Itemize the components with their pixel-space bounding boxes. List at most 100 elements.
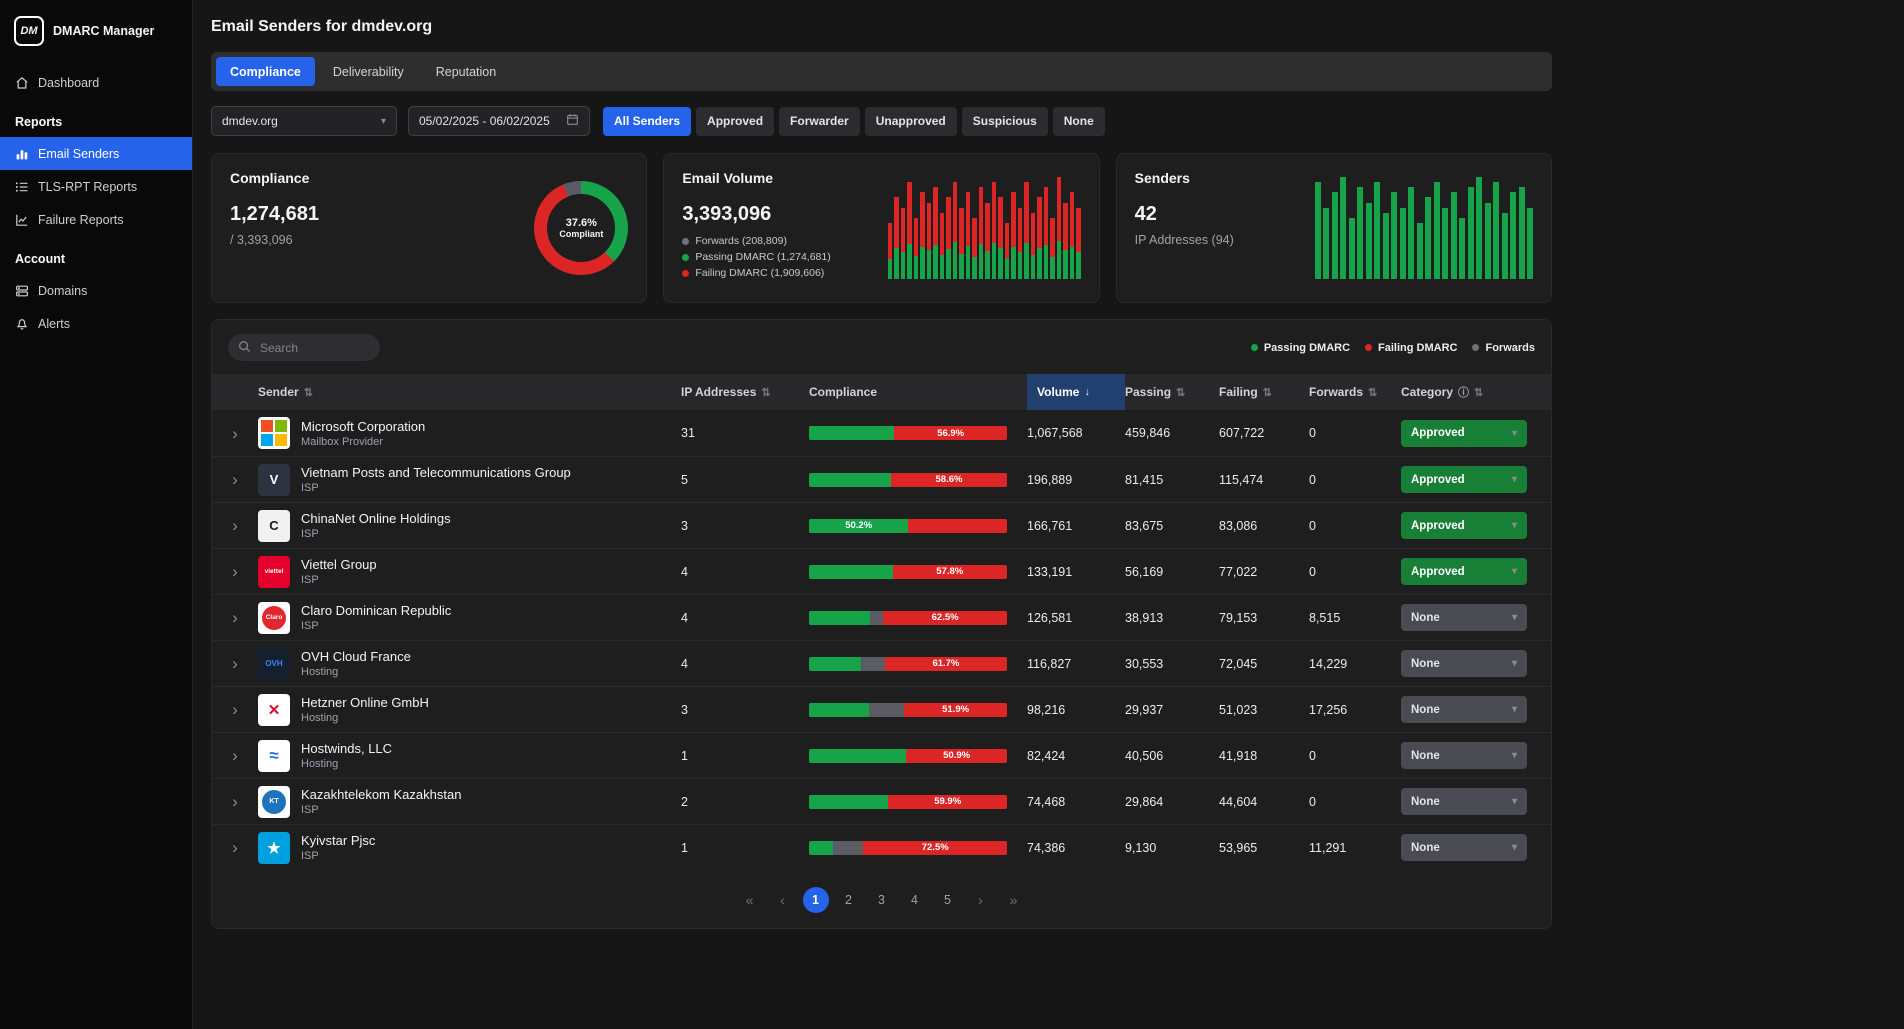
expand-row-button[interactable]: ›	[226, 470, 244, 489]
date-range-picker[interactable]: 05/02/2025 - 06/02/2025	[408, 106, 590, 136]
column-header-category[interactable]: Categoryⓘ⇅	[1401, 374, 1551, 410]
filter-forwarder[interactable]: Forwarder	[779, 107, 860, 136]
passing-segment	[809, 841, 833, 855]
column-header-ip-addresses[interactable]: IP Addresses⇅	[681, 374, 809, 410]
pagination-next[interactable]: ›	[968, 887, 994, 913]
chevron-down-icon: ▾	[1512, 704, 1517, 715]
sender-cell: CChinaNet Online HoldingsISP	[258, 510, 681, 542]
microsoft-logo-icon	[261, 420, 287, 446]
compliance-cell: 50.2%	[809, 519, 1027, 533]
domain-select[interactable]: dmdev.org ▾	[211, 106, 397, 136]
expand-row-button[interactable]: ›	[226, 746, 244, 765]
category-select[interactable]: Approved▾	[1401, 512, 1527, 539]
volume-bar	[998, 177, 1003, 279]
sidebar-item-dashboard[interactable]: Dashboard	[0, 66, 192, 99]
table-legend-item: Forwards	[1472, 342, 1535, 354]
expand-row-button[interactable]: ›	[226, 654, 244, 673]
category-select[interactable]: Approved▾	[1401, 558, 1527, 585]
volume-bar	[1005, 177, 1010, 279]
search-input[interactable]	[258, 340, 370, 356]
column-header-forwards[interactable]: Forwards⇅	[1309, 374, 1401, 410]
sender-logo: KT	[258, 786, 290, 818]
failing-segment: 61.7%	[885, 657, 1007, 671]
sender-cell: viettelViettel GroupISP	[258, 556, 681, 588]
sender-type: Hosting	[301, 666, 411, 678]
table-header-row: Sender⇅IP Addresses⇅ComplianceVolume↓Pas…	[212, 374, 1551, 410]
sender-logo	[258, 417, 290, 449]
sidebar-item-email-senders[interactable]: Email Senders	[0, 137, 192, 170]
sidebar-item-label: Domains	[38, 284, 87, 298]
pagination-first[interactable]: «	[737, 887, 763, 913]
legend-label: Passing DMARC (1,274,681)	[695, 251, 830, 263]
expand-row-button[interactable]: ›	[226, 838, 244, 857]
tab-deliverability[interactable]: Deliverability	[319, 57, 418, 86]
volume-cell: 82,424	[1027, 749, 1125, 763]
sender-cell: Microsoft CorporationMailbox Provider	[258, 417, 681, 449]
pagination-page-3[interactable]: 3	[869, 887, 895, 913]
senders-bar	[1485, 203, 1491, 280]
pagination-page-1[interactable]: 1	[803, 887, 829, 913]
stat-cards: Compliance 1,274,681 / 3,393,096 37.6% C…	[211, 153, 1552, 303]
app-window: DM DMARC Manager DashboardReportsEmail S…	[0, 0, 1904, 1029]
filter-suspicious[interactable]: Suspicious	[962, 107, 1048, 136]
category-select[interactable]: None▾	[1401, 696, 1527, 723]
pagination-page-4[interactable]: 4	[902, 887, 928, 913]
column-header-failing[interactable]: Failing⇅	[1219, 374, 1309, 410]
column-header-passing[interactable]: Passing⇅	[1125, 374, 1219, 410]
compliance-percent-label: 50.9%	[943, 750, 970, 761]
failing-cell: 77,022	[1219, 565, 1309, 579]
category-select[interactable]: None▾	[1401, 834, 1527, 861]
expand-row-button[interactable]: ›	[226, 700, 244, 719]
tab-compliance[interactable]: Compliance	[216, 57, 315, 86]
category-label: Approved	[1411, 427, 1465, 439]
senders-bar	[1374, 182, 1380, 279]
pagination-page-2[interactable]: 2	[836, 887, 862, 913]
sidebar-item-alerts[interactable]: Alerts	[0, 307, 192, 340]
pagination-last[interactable]: »	[1001, 887, 1027, 913]
expander-cell: ›	[212, 516, 258, 535]
expand-row-button[interactable]: ›	[226, 424, 244, 443]
volume-bar	[901, 177, 906, 279]
category-select[interactable]: Approved▾	[1401, 420, 1527, 447]
legend-dot	[1472, 344, 1479, 351]
donut-sublabel: Compliant	[559, 229, 603, 239]
expand-row-button[interactable]: ›	[226, 562, 244, 581]
category-cell: None▾	[1401, 650, 1551, 677]
category-select[interactable]: None▾	[1401, 742, 1527, 769]
filter-approved[interactable]: Approved	[696, 107, 774, 136]
compliance-cell: 56.9%	[809, 426, 1027, 440]
pagination-prev[interactable]: ‹	[770, 887, 796, 913]
expand-row-button[interactable]: ›	[226, 792, 244, 811]
sidebar-item-domains[interactable]: Domains	[0, 274, 192, 307]
category-select[interactable]: None▾	[1401, 604, 1527, 631]
filter-all-senders[interactable]: All Senders	[603, 107, 691, 136]
sidebar-item-failure-reports[interactable]: Failure Reports	[0, 203, 192, 236]
category-select[interactable]: None▾	[1401, 788, 1527, 815]
filter-none[interactable]: None	[1053, 107, 1105, 136]
senders-bar	[1493, 182, 1499, 279]
volume-bar	[985, 177, 990, 279]
sidebar-item-label: Failure Reports	[38, 213, 123, 227]
category-select[interactable]: None▾	[1401, 650, 1527, 677]
sender-name: OVH Cloud France	[301, 649, 411, 664]
category-select[interactable]: Approved▾	[1401, 466, 1527, 493]
passing-segment	[809, 749, 906, 763]
pagination-page-5[interactable]: 5	[935, 887, 961, 913]
sender-logo: Claro	[258, 602, 290, 634]
expand-row-button[interactable]: ›	[226, 516, 244, 535]
volume-cell: 98,216	[1027, 703, 1125, 717]
expand-row-button[interactable]: ›	[226, 608, 244, 627]
forwards-cell: 0	[1309, 473, 1401, 487]
expander-cell: ›	[212, 700, 258, 719]
failing-cell: 41,918	[1219, 749, 1309, 763]
sidebar-item-tls-rpt-reports[interactable]: TLS-RPT Reports	[0, 170, 192, 203]
column-header-sender[interactable]: Sender⇅	[258, 374, 681, 410]
volume-legend: Forwards (208,809)Passing DMARC (1,274,6…	[682, 235, 830, 279]
legend-dot	[1365, 344, 1372, 351]
column-header-volume[interactable]: Volume↓	[1027, 374, 1125, 410]
sender-logo: C	[258, 510, 290, 542]
compliance-bar: 50.9%	[809, 749, 1007, 763]
sender-type: Hosting	[301, 758, 392, 770]
filter-unapproved[interactable]: Unapproved	[865, 107, 957, 136]
tab-reputation[interactable]: Reputation	[422, 57, 510, 86]
